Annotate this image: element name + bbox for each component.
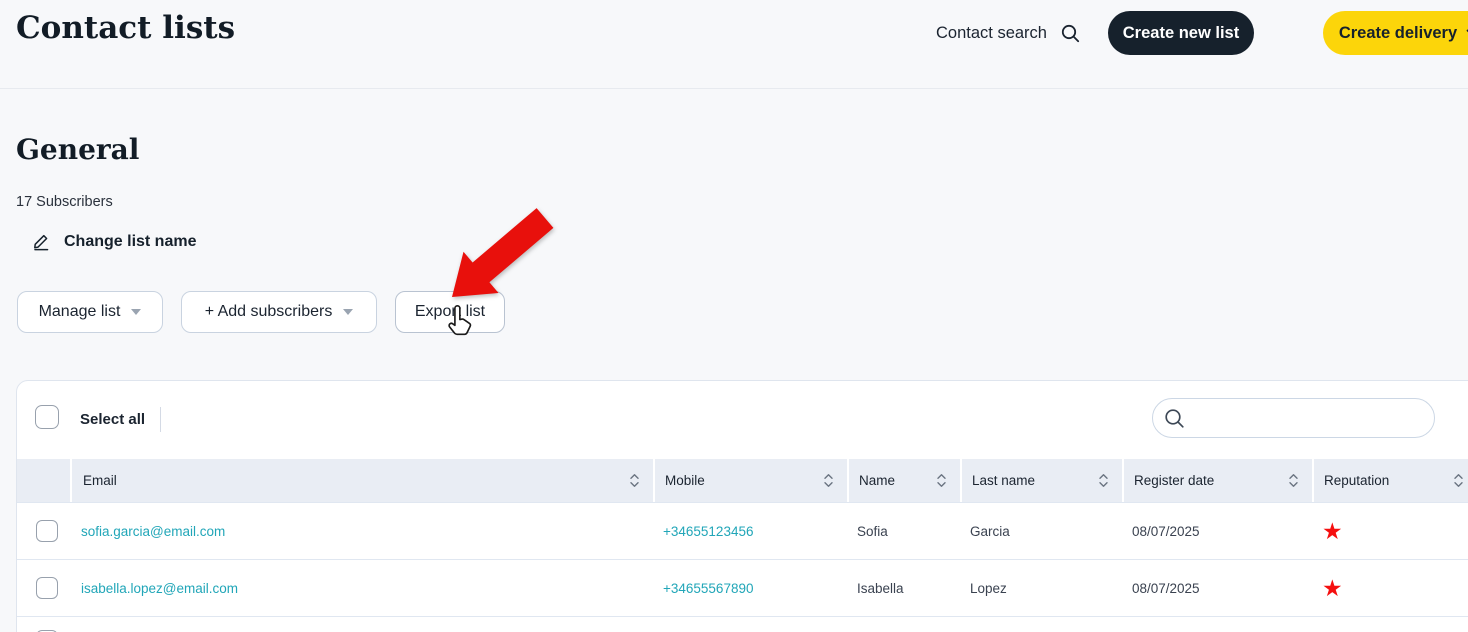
mobile-link[interactable]: +34655567890 <box>663 581 753 596</box>
manage-list-label: Manage list <box>38 303 121 320</box>
select-all-checkbox[interactable] <box>35 405 59 429</box>
create-new-list-button[interactable]: Create new list <box>1108 11 1254 55</box>
sort-icon <box>630 474 639 487</box>
table-row-partial <box>17 616 1468 632</box>
table-row: sofia.garcia@email.com +34655123456 Sofi… <box>17 502 1468 559</box>
sort-icon <box>937 474 946 487</box>
column-header-reputation[interactable]: Reputation <box>1312 459 1468 502</box>
name-cell: Isabella <box>847 559 960 616</box>
caret-down-icon <box>131 309 142 315</box>
reputation-star-icon: ★ <box>1322 517 1343 544</box>
subscribers-card: Select all Email Mobile Name Last name R… <box>16 380 1468 632</box>
list-name: General <box>16 133 140 166</box>
change-list-name-label: Change list name <box>64 232 197 250</box>
column-header-mobile[interactable]: Mobile <box>653 459 847 502</box>
row-checkbox[interactable] <box>36 577 58 599</box>
table-header-row: Email Mobile Name Last name Register dat… <box>17 459 1468 502</box>
export-list-button[interactable]: Export list <box>395 291 505 333</box>
page-title: Contact lists <box>16 10 236 46</box>
last-name-cell: Garcia <box>960 502 1122 559</box>
contact-search-label: Contact search <box>936 23 1047 42</box>
add-subscribers-button[interactable]: + Add subscribers <box>181 291 377 333</box>
table-search-box[interactable] <box>1152 398 1435 438</box>
caret-down-icon <box>343 309 354 315</box>
export-list-label: Export list <box>414 303 486 320</box>
add-subscribers-label: + Add subscribers <box>204 303 333 320</box>
sort-icon <box>824 474 833 487</box>
subscribers-count: 17 Subscribers <box>16 194 113 210</box>
reputation-star-icon: ★ <box>1322 574 1343 601</box>
register-date-cell: 08/07/2025 <box>1122 559 1312 616</box>
toolbar-divider <box>160 407 161 432</box>
change-list-name-button[interactable]: Change list name <box>32 232 196 251</box>
mobile-link[interactable]: +34655123456 <box>663 524 753 539</box>
search-icon <box>1165 408 1184 428</box>
create-new-list-label: Create new list <box>1122 23 1240 42</box>
pencil-icon <box>34 234 49 251</box>
email-link[interactable]: isabella.lopez@email.com <box>81 581 238 596</box>
sort-icon <box>1289 474 1298 487</box>
create-delivery-label: Create delivery <box>1338 23 1458 42</box>
header-divider <box>0 88 1468 89</box>
column-header-email[interactable]: Email <box>70 459 653 502</box>
sort-icon <box>1454 474 1463 487</box>
email-link[interactable]: sofia.garcia@email.com <box>81 524 225 539</box>
search-icon <box>1061 24 1080 42</box>
column-header-last-name[interactable]: Last name <box>960 459 1122 502</box>
sort-icon <box>1099 474 1108 487</box>
name-cell: Sofia <box>847 502 960 559</box>
checkbox-column-header <box>17 459 70 502</box>
table-row: isabella.lopez@email.com +34655567890 Is… <box>17 559 1468 616</box>
manage-list-button[interactable]: Manage list <box>17 291 163 333</box>
column-header-register-date[interactable]: Register date <box>1122 459 1312 502</box>
column-header-name[interactable]: Name <box>847 459 960 502</box>
row-checkbox[interactable] <box>36 520 58 542</box>
table-search-input[interactable] <box>1193 399 1434 437</box>
register-date-cell: 08/07/2025 <box>1122 502 1312 559</box>
last-name-cell: Lopez <box>960 559 1122 616</box>
select-all-label: Select all <box>80 411 146 428</box>
create-delivery-button[interactable]: Create delivery <box>1323 11 1468 55</box>
contact-search-button[interactable]: Contact search <box>936 18 1080 48</box>
